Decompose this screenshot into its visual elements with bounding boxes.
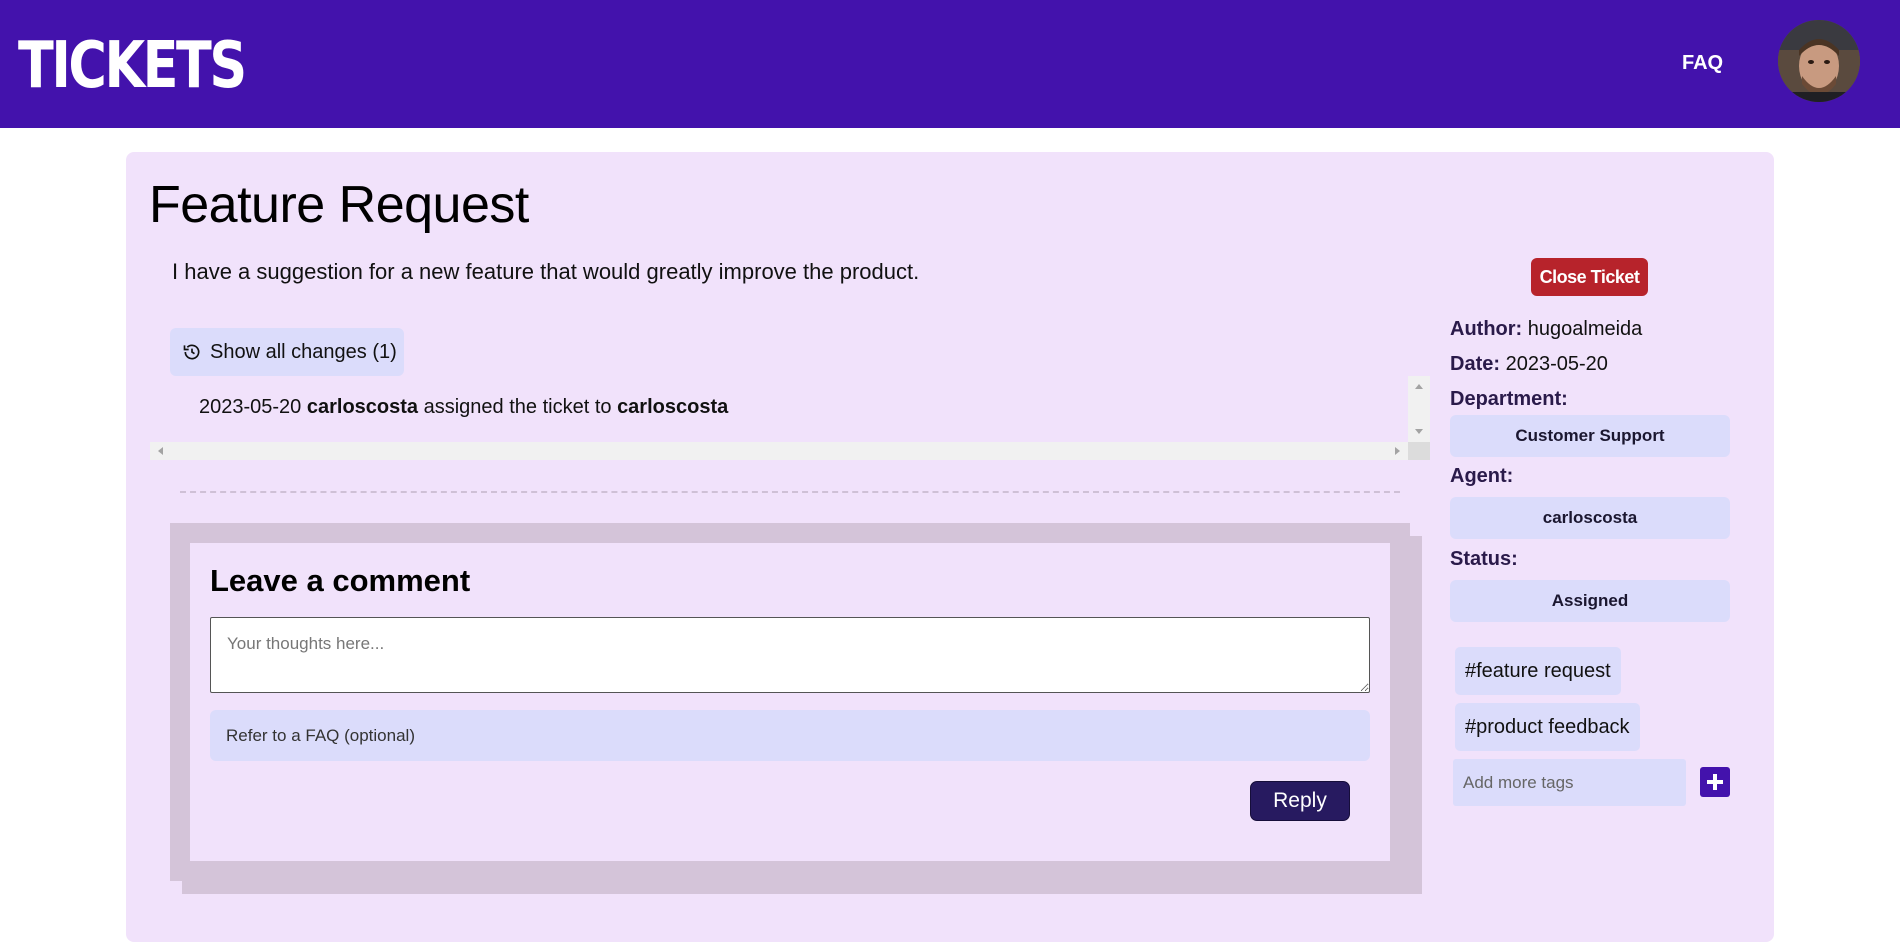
top-navbar: TICKETS FAQ bbox=[0, 0, 1900, 128]
tag-product-feedback[interactable]: #product feedback bbox=[1455, 703, 1640, 751]
status-row: Status: bbox=[1450, 548, 1518, 571]
section-divider bbox=[180, 491, 1400, 493]
ticket-description: I have a suggestion for a new feature th… bbox=[172, 259, 920, 284]
date-value: 2023-05-20 bbox=[1505, 353, 1608, 375]
avatar-portrait bbox=[1778, 20, 1860, 102]
add-tag-input[interactable] bbox=[1453, 759, 1686, 806]
change-target: carloscosta bbox=[617, 396, 729, 418]
agent-label: Agent: bbox=[1450, 465, 1514, 487]
history-icon bbox=[183, 344, 200, 360]
tag-feature-request[interactable]: #feature request bbox=[1455, 647, 1621, 695]
comment-title: Leave a comment bbox=[210, 563, 471, 598]
scroll-down-icon[interactable] bbox=[1415, 429, 1423, 434]
change-date: 2023-05-20 bbox=[199, 396, 302, 418]
status-select[interactable]: Assigned bbox=[1450, 580, 1730, 622]
department-label: Department: bbox=[1450, 388, 1568, 410]
faq-link[interactable]: FAQ bbox=[1682, 52, 1723, 75]
show-changes-label: Show all changes (1) bbox=[210, 340, 397, 363]
show-changes-button[interactable]: Show all changes (1) bbox=[170, 328, 404, 376]
add-tag-button[interactable] bbox=[1700, 767, 1730, 797]
date-row: Date: 2023-05-20 bbox=[1450, 353, 1608, 376]
scrollbar-corner bbox=[1408, 442, 1430, 460]
agent-row: Agent: bbox=[1450, 465, 1513, 488]
reply-button[interactable]: Reply bbox=[1250, 781, 1350, 821]
author-label: Author: bbox=[1450, 318, 1523, 340]
scroll-up-icon[interactable] bbox=[1415, 384, 1423, 389]
user-avatar-icon[interactable] bbox=[1778, 20, 1860, 102]
faq-select-label: Refer to a FAQ (optional) bbox=[226, 725, 415, 745]
comment-input[interactable] bbox=[210, 617, 1370, 693]
change-action: assigned the ticket to bbox=[423, 396, 612, 418]
scroll-left-icon[interactable] bbox=[158, 447, 163, 455]
plus-icon bbox=[1707, 774, 1723, 790]
vertical-scrollbar[interactable] bbox=[1408, 376, 1430, 442]
department-select[interactable]: Customer Support bbox=[1450, 415, 1730, 457]
site-logo[interactable]: TICKETS bbox=[18, 26, 247, 106]
status-label: Status: bbox=[1450, 548, 1518, 570]
change-entry: 2023-05-20 carloscosta assigned the tick… bbox=[199, 396, 728, 419]
author-row: Author: hugoalmeida bbox=[1450, 318, 1642, 341]
horizontal-scrollbar[interactable] bbox=[150, 442, 1408, 460]
scroll-right-icon[interactable] bbox=[1395, 447, 1400, 455]
faq-select[interactable]: Refer to a FAQ (optional) bbox=[210, 710, 1370, 761]
changes-list[interactable]: 2023-05-20 carloscosta assigned the tick… bbox=[150, 376, 1430, 460]
change-actor: carloscosta bbox=[306, 396, 419, 418]
author-value: hugoalmeida bbox=[1527, 318, 1643, 340]
date-label: Date: bbox=[1450, 353, 1501, 375]
agent-select[interactable]: carloscosta bbox=[1450, 497, 1730, 539]
department-row: Department: bbox=[1450, 388, 1568, 411]
close-ticket-button[interactable]: Close Ticket bbox=[1531, 258, 1648, 296]
ticket-title: Feature Request bbox=[149, 176, 529, 234]
